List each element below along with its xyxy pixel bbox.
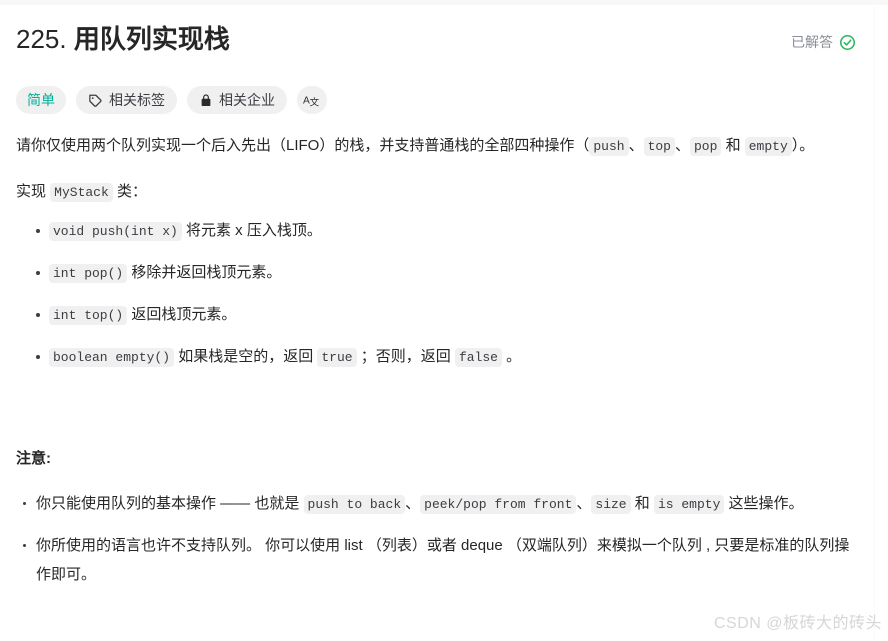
solved-label: 已解答 (791, 34, 833, 50)
method-description: 返回栈顶元素。 (131, 306, 237, 323)
code-chip-true: true (317, 348, 357, 367)
code-chip-size: size (591, 495, 631, 514)
code-chip-empty: empty (744, 137, 792, 156)
note-sep-3: 和 (630, 495, 654, 512)
lock-icon (199, 93, 213, 108)
note-text-b: 这些操作。 (724, 495, 804, 512)
method-description: 将元素 x 压入栈顶。 (186, 222, 322, 239)
problem-name: 用队列实现栈 (73, 24, 230, 54)
code-chip-top: top (643, 137, 675, 156)
problem-header: 225. 用队列实现栈 已解答 (16, 5, 858, 66)
code-chip-mystack: MyStack (50, 183, 113, 202)
method-description-a: 如果栈是空的，返回 (178, 348, 318, 365)
problem-panel: 225. 用队列实现栈 已解答 简单 相关标签 相关企业 A 文 请你仅使用两个… (0, 5, 874, 641)
code-chip-peek-pop-from-front: peek/pop from front (420, 495, 577, 514)
code-chip-is-empty: is empty (653, 495, 725, 514)
list-item: int pop() 移除并返回栈顶元素。 (16, 258, 858, 288)
note-sep-2: 、 (576, 495, 592, 512)
svg-text:文: 文 (309, 96, 319, 108)
related-tags-button[interactable]: 相关标签 (76, 86, 177, 114)
tag-icon (88, 93, 103, 108)
translate-button[interactable]: A 文 (297, 86, 327, 114)
check-circle-icon (839, 34, 856, 51)
note-sep-1: 、 (405, 495, 421, 512)
note-text-a: 你只能使用队列的基本操作 —— 也就是 (36, 495, 304, 512)
sep-2: 、 (674, 137, 690, 154)
related-companies-button[interactable]: 相关企业 (187, 86, 287, 114)
list-item: 你只能使用队列的基本操作 —— 也就是 push to back、 peek/po… (16, 489, 858, 519)
method-description-b: ；否则，返回 (356, 348, 455, 365)
difficulty-label: 简单 (27, 92, 55, 108)
list-item: boolean empty() 如果栈是空的，返回 true ；否则，返回 fa… (16, 342, 858, 372)
code-chip-push-to-back: push to back (303, 495, 406, 514)
notes-list: 你只能使用队列的基本操作 —— 也就是 push to back、 peek/po… (16, 489, 858, 589)
intro-paragraph-1: 请你仅使用两个队列实现一个后入先出（LIFO）的栈，并支持普通栈的全部四种操作（… (16, 131, 858, 161)
notice-heading: 注意: (16, 450, 51, 467)
code-chip-false: false (454, 348, 502, 367)
intro-text-c: ）。 (791, 137, 815, 154)
list-item: 你所使用的语言也许不支持队列。 你可以使用 list （列表）或者 deque … (16, 531, 858, 589)
problem-content: 请你仅使用两个队列实现一个后入先出（LIFO）的栈，并支持普通栈的全部四种操作（… (16, 131, 858, 589)
method-list: void push(int x) 将元素 x 压入栈顶。 int pop() 移… (16, 216, 858, 372)
watermark: CSDN @板砖大的砖头 (713, 615, 882, 632)
implement-text-a: 实现 (16, 183, 51, 200)
code-chip-method: int top() (49, 306, 128, 325)
problem-number: 225. (16, 24, 67, 54)
page-title: 225. 用队列实现栈 (16, 22, 858, 56)
code-chip-push: push (589, 137, 629, 156)
code-chip-pop: pop (690, 137, 722, 156)
intro-text-a: 请你仅使用两个队列实现一个后入先出（LIFO）的栈，并支持普通栈的全部四种操作（ (16, 137, 590, 154)
tag-pill-row: 简单 相关标签 相关企业 A 文 (16, 86, 858, 114)
related-tags-label: 相关标签 (109, 92, 165, 108)
difficulty-pill[interactable]: 简单 (16, 86, 66, 114)
translate-icon: A 文 (303, 92, 322, 109)
list-item: void push(int x) 将元素 x 压入栈顶。 (16, 216, 858, 246)
code-chip-method: boolean empty() (49, 348, 175, 367)
status-badge[interactable]: 已解答 (791, 32, 856, 52)
implement-text-b: 类： (112, 183, 147, 200)
method-description: 移除并返回栈顶元素。 (131, 264, 282, 281)
list-item: int top() 返回栈顶元素。 (16, 300, 858, 330)
code-chip-method: int pop() (49, 264, 128, 283)
code-chip-method: void push(int x) (49, 222, 182, 241)
intro-paragraph-2: 实现 MyStack 类： (16, 177, 858, 207)
right-divider (874, 5, 875, 641)
note-text: 你所使用的语言也许不支持队列。 你可以使用 list （列表）或者 deque … (36, 537, 850, 583)
method-description-c: 。 (501, 348, 522, 365)
intro-text-b: 和 (721, 137, 745, 154)
sep-1: 、 (628, 137, 644, 154)
related-companies-label: 相关企业 (219, 92, 275, 108)
